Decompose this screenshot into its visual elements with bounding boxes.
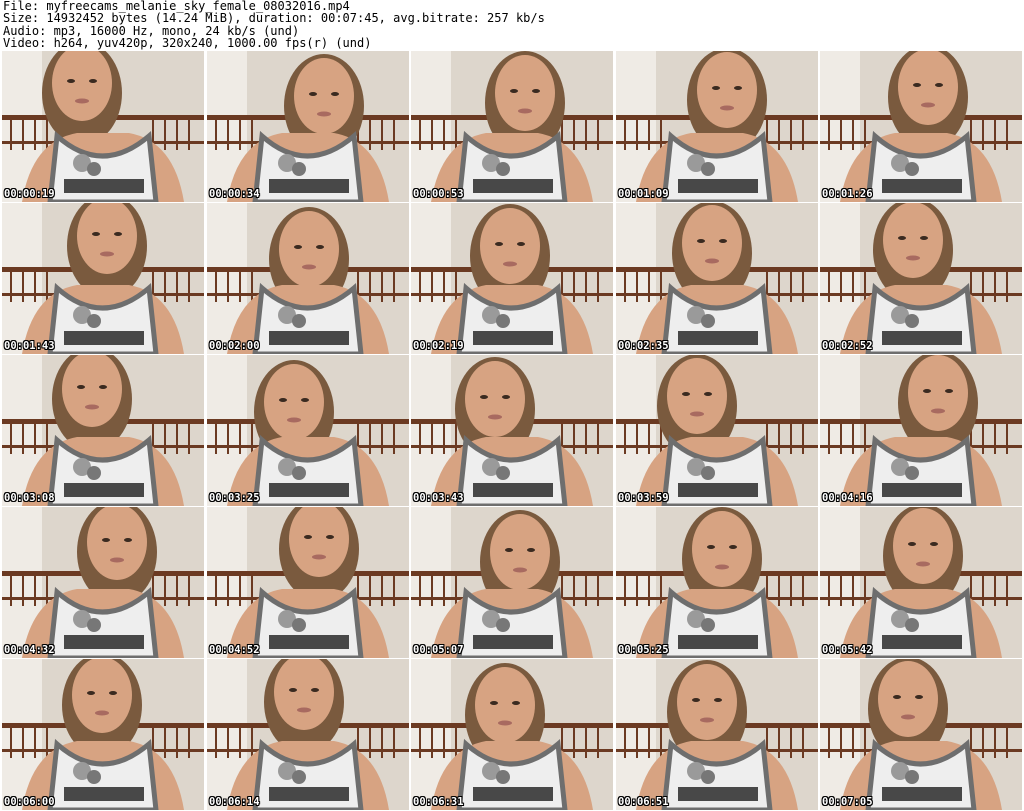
timestamp-label: 00:00:19 xyxy=(4,188,55,200)
video-thumbnail: 00:05:25 xyxy=(616,507,818,658)
frame-image xyxy=(2,659,204,810)
video-info: Video: h264, yuv420p, 320x240, 1000.00 f… xyxy=(3,36,372,51)
timestamp-label: 00:05:07 xyxy=(413,644,464,656)
timestamp-label: 00:02:19 xyxy=(413,340,464,352)
video-thumbnail: 00:02:52 xyxy=(820,203,1022,354)
video-thumbnail: 00:01:43 xyxy=(2,203,204,354)
timestamp-label: 00:02:52 xyxy=(822,340,873,352)
video-thumbnail: 00:04:16 xyxy=(820,355,1022,506)
video-thumbnail: 00:03:43 xyxy=(411,355,613,506)
timestamp-label: 00:01:43 xyxy=(4,340,55,352)
frame-image xyxy=(820,507,1022,658)
timestamp-label: 00:04:16 xyxy=(822,492,873,504)
thumbnail-grid: 00:00:19 00:00:34 00:00:53 00:01:09 00:01:26… xyxy=(2,51,1022,810)
frame-image xyxy=(207,659,409,810)
video-thumbnail: 00:03:08 xyxy=(2,355,204,506)
file-info-header: File: myfreecams_melanie_sky_female_0803… xyxy=(3,0,545,50)
frame-image xyxy=(411,203,613,354)
timestamp-label: 00:03:59 xyxy=(618,492,669,504)
timestamp-label: 00:02:35 xyxy=(618,340,669,352)
video-thumbnail: 00:01:26 xyxy=(820,51,1022,202)
video-thumbnail: 00:03:25 xyxy=(207,355,409,506)
video-thumbnail: 00:00:34 xyxy=(207,51,409,202)
timestamp-label: 00:01:26 xyxy=(822,188,873,200)
frame-image xyxy=(207,507,409,658)
timestamp-label: 00:07:05 xyxy=(822,796,873,808)
timestamp-label: 00:06:00 xyxy=(4,796,55,808)
frame-image xyxy=(411,51,613,202)
timestamp-label: 00:05:25 xyxy=(618,644,669,656)
timestamp-label: 00:03:08 xyxy=(4,492,55,504)
timestamp-label: 00:00:34 xyxy=(209,188,260,200)
frame-image xyxy=(2,203,204,354)
video-thumbnail: 00:06:00 xyxy=(2,659,204,810)
timestamp-label: 00:06:51 xyxy=(618,796,669,808)
frame-image xyxy=(207,51,409,202)
video-thumbnail: 00:05:07 xyxy=(411,507,613,658)
video-thumbnail: 00:05:42 xyxy=(820,507,1022,658)
timestamp-label: 00:00:53 xyxy=(413,188,464,200)
frame-image xyxy=(2,507,204,658)
frame-image xyxy=(616,203,818,354)
frame-image xyxy=(2,51,204,202)
frame-image xyxy=(616,659,818,810)
video-thumbnail: 00:02:35 xyxy=(616,203,818,354)
timestamp-label: 00:02:00 xyxy=(209,340,260,352)
video-thumbnail: 00:02:00 xyxy=(207,203,409,354)
timestamp-label: 00:05:42 xyxy=(822,644,873,656)
frame-image xyxy=(616,355,818,506)
video-thumbnail: 00:00:53 xyxy=(411,51,613,202)
frame-image xyxy=(411,507,613,658)
timestamp-label: 00:06:31 xyxy=(413,796,464,808)
frame-image xyxy=(207,355,409,506)
timestamp-label: 00:01:09 xyxy=(618,188,669,200)
frame-image xyxy=(616,507,818,658)
frame-image xyxy=(207,203,409,354)
timestamp-label: 00:04:32 xyxy=(4,644,55,656)
video-thumbnail: 00:03:59 xyxy=(616,355,818,506)
timestamp-label: 00:04:52 xyxy=(209,644,260,656)
video-thumbnail: 00:00:19 xyxy=(2,51,204,202)
video-thumbnail: 00:04:52 xyxy=(207,507,409,658)
video-thumbnail: 00:04:32 xyxy=(2,507,204,658)
frame-image xyxy=(616,51,818,202)
frame-image xyxy=(411,659,613,810)
timestamp-label: 00:03:43 xyxy=(413,492,464,504)
timestamp-label: 00:03:25 xyxy=(209,492,260,504)
frame-image xyxy=(2,355,204,506)
frame-image xyxy=(820,355,1022,506)
frame-image xyxy=(820,659,1022,810)
video-thumbnail: 00:06:51 xyxy=(616,659,818,810)
frame-image xyxy=(820,51,1022,202)
frame-image xyxy=(411,355,613,506)
video-thumbnail: 00:02:19 xyxy=(411,203,613,354)
video-thumbnail: 00:07:05 xyxy=(820,659,1022,810)
file-size-duration: Size: 14932452 bytes (14.24 MiB), durati… xyxy=(3,11,545,26)
timestamp-label: 00:06:14 xyxy=(209,796,260,808)
video-thumbnail: 00:06:14 xyxy=(207,659,409,810)
video-thumbnail: 00:01:09 xyxy=(616,51,818,202)
video-thumbnail: 00:06:31 xyxy=(411,659,613,810)
frame-image xyxy=(820,203,1022,354)
